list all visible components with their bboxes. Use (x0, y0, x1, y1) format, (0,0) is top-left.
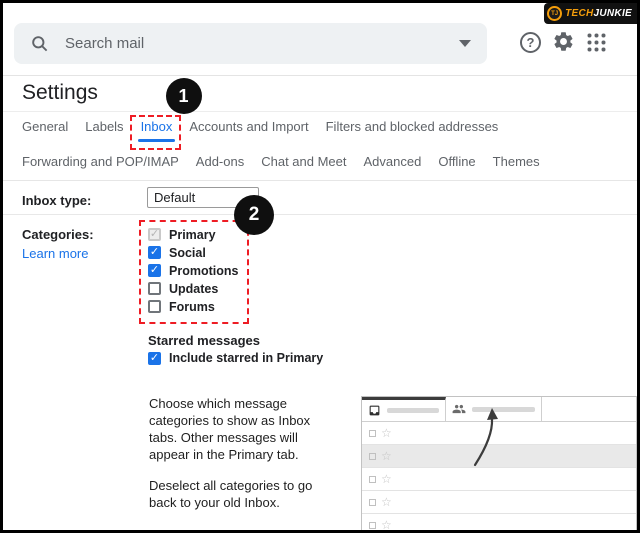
search-options-caret-icon[interactable] (459, 40, 471, 47)
star-icon: ☆ (381, 495, 392, 509)
tab-accounts-and-import[interactable]: Accounts and Import (189, 119, 308, 134)
wordmark-tech: TECH (565, 8, 594, 19)
deselect-description: Deselect all categories to go back to yo… (149, 478, 313, 510)
question-glyph: ? (526, 35, 535, 50)
tab-inbox-label: Inbox (140, 119, 173, 134)
inbox-tray-icon (369, 405, 380, 416)
preview-message-row: ☆ (362, 468, 636, 491)
categories-checkbox-group: 2 ✓ Primary ✓ Social ✓ Promotions Update… (139, 195, 274, 324)
check-icon: ✓ (149, 228, 160, 240)
techjunkie-monogram: TJ (551, 10, 559, 17)
category-row-social: ✓ Social (148, 244, 238, 261)
preview-social-tab (446, 397, 542, 421)
header-divider (3, 111, 637, 112)
mini-checkbox-icon (369, 429, 376, 437)
preview-tab-label-placeholder (472, 406, 535, 412)
preview-tab-bar (362, 397, 636, 422)
gmail-settings-screenshot: ? TJ TECHJUNKIE Settings General Labels … (0, 0, 640, 533)
techjunkie-logo-icon: TJ (547, 6, 563, 21)
category-label-promotions: Promotions (169, 263, 239, 278)
checkbox-include-starred[interactable]: ✓ (148, 351, 161, 365)
techjunkie-watermark: TJ TECHJUNKIE (544, 3, 637, 24)
preview-message-row: ☆ (362, 514, 636, 532)
tab-filters-and-blocked-addresses[interactable]: Filters and blocked addresses (326, 119, 499, 134)
search-bar[interactable] (14, 23, 487, 64)
settings-tabs-row-2: Forwarding and POP/IMAP Add-ons Chat and… (22, 154, 540, 169)
people-icon (452, 404, 466, 414)
mini-checkbox-icon (369, 475, 376, 483)
category-label-primary: Primary (169, 227, 216, 242)
tab-inbox[interactable]: Inbox 1 (129, 78, 202, 150)
preview-message-row: ☆ (362, 422, 636, 445)
preview-empty-tab-area (542, 397, 636, 421)
tab-themes[interactable]: Themes (493, 154, 540, 169)
techjunkie-wordmark: TECHJUNKIE (565, 8, 632, 19)
check-icon: ✓ (149, 264, 160, 276)
tab-general[interactable]: General (22, 119, 68, 134)
preview-message-row-highlighted: ☆ (362, 445, 636, 468)
tab-offline[interactable]: Offline (438, 154, 475, 169)
mini-checkbox-icon (369, 452, 376, 460)
inbox-tabs-preview-illustration: ☆ ☆ ☆ ☆ ☆ (361, 396, 637, 532)
categories-description: Choose which message categories to show … (149, 396, 311, 462)
settings-tabs-row-1: General Labels Inbox 1 Accounts and Impo… (22, 78, 499, 150)
inbox-type-label: Inbox type: (22, 193, 92, 208)
tab-forwarding-pop-imap[interactable]: Forwarding and POP/IMAP (22, 154, 179, 169)
category-label-social: Social (169, 245, 206, 260)
annotation-badge-2: 2 (234, 195, 274, 235)
preview-message-row: ☆ (362, 491, 636, 514)
star-icon: ☆ (381, 426, 392, 440)
checkbox-forums[interactable] (148, 300, 161, 313)
star-icon: ☆ (381, 449, 392, 463)
tab-labels[interactable]: Labels (85, 119, 123, 134)
category-row-forums: Forums (148, 298, 238, 315)
search-icon (32, 36, 48, 52)
search-input[interactable] (65, 35, 459, 52)
topbar: ? (3, 3, 637, 76)
annotation-badge-1: 1 (165, 78, 202, 114)
category-row-promotions: ✓ Promotions (148, 262, 238, 279)
check-icon: ✓ (149, 246, 160, 258)
row-divider (3, 214, 637, 215)
category-row-primary: ✓ Primary (148, 226, 238, 243)
include-starred-label: Include starred in Primary (169, 351, 324, 365)
checkbox-promotions[interactable]: ✓ (148, 264, 161, 277)
help-icon[interactable]: ? (520, 32, 541, 53)
apps-grid-icon[interactable] (586, 32, 607, 58)
category-label-forums: Forums (169, 299, 215, 314)
badge-1-number: 1 (178, 85, 189, 106)
wordmark-junkie: JUNKIE (593, 8, 632, 19)
checkbox-updates[interactable] (148, 282, 161, 295)
check-icon: ✓ (149, 351, 160, 364)
settings-gear-icon[interactable] (552, 30, 575, 58)
category-label-updates: Updates (169, 281, 219, 296)
star-icon: ☆ (381, 472, 392, 486)
badge-2-number: 2 (248, 204, 260, 225)
preview-tab-label-placeholder (387, 408, 439, 413)
checkbox-primary[interactable]: ✓ (148, 228, 161, 241)
checkbox-social[interactable]: ✓ (148, 246, 161, 259)
categories-label: Categories: (22, 227, 94, 242)
preview-primary-tab (362, 397, 446, 421)
active-tab-underline (137, 139, 176, 142)
star-icon: ☆ (381, 518, 392, 532)
starred-messages-heading: Starred messages (148, 333, 261, 348)
mini-checkbox-icon (369, 498, 376, 506)
tab-advanced[interactable]: Advanced (364, 154, 422, 169)
tabs-divider (3, 180, 637, 181)
starred-option-row: ✓ Include starred in Primary (148, 351, 323, 365)
tab-chat-and-meet[interactable]: Chat and Meet (261, 154, 346, 169)
mini-checkbox-icon (369, 521, 376, 529)
tab-add-ons[interactable]: Add-ons (196, 154, 244, 169)
learn-more-link[interactable]: Learn more (22, 246, 88, 261)
category-row-updates: Updates (148, 280, 238, 297)
page-title: Settings (22, 81, 98, 104)
